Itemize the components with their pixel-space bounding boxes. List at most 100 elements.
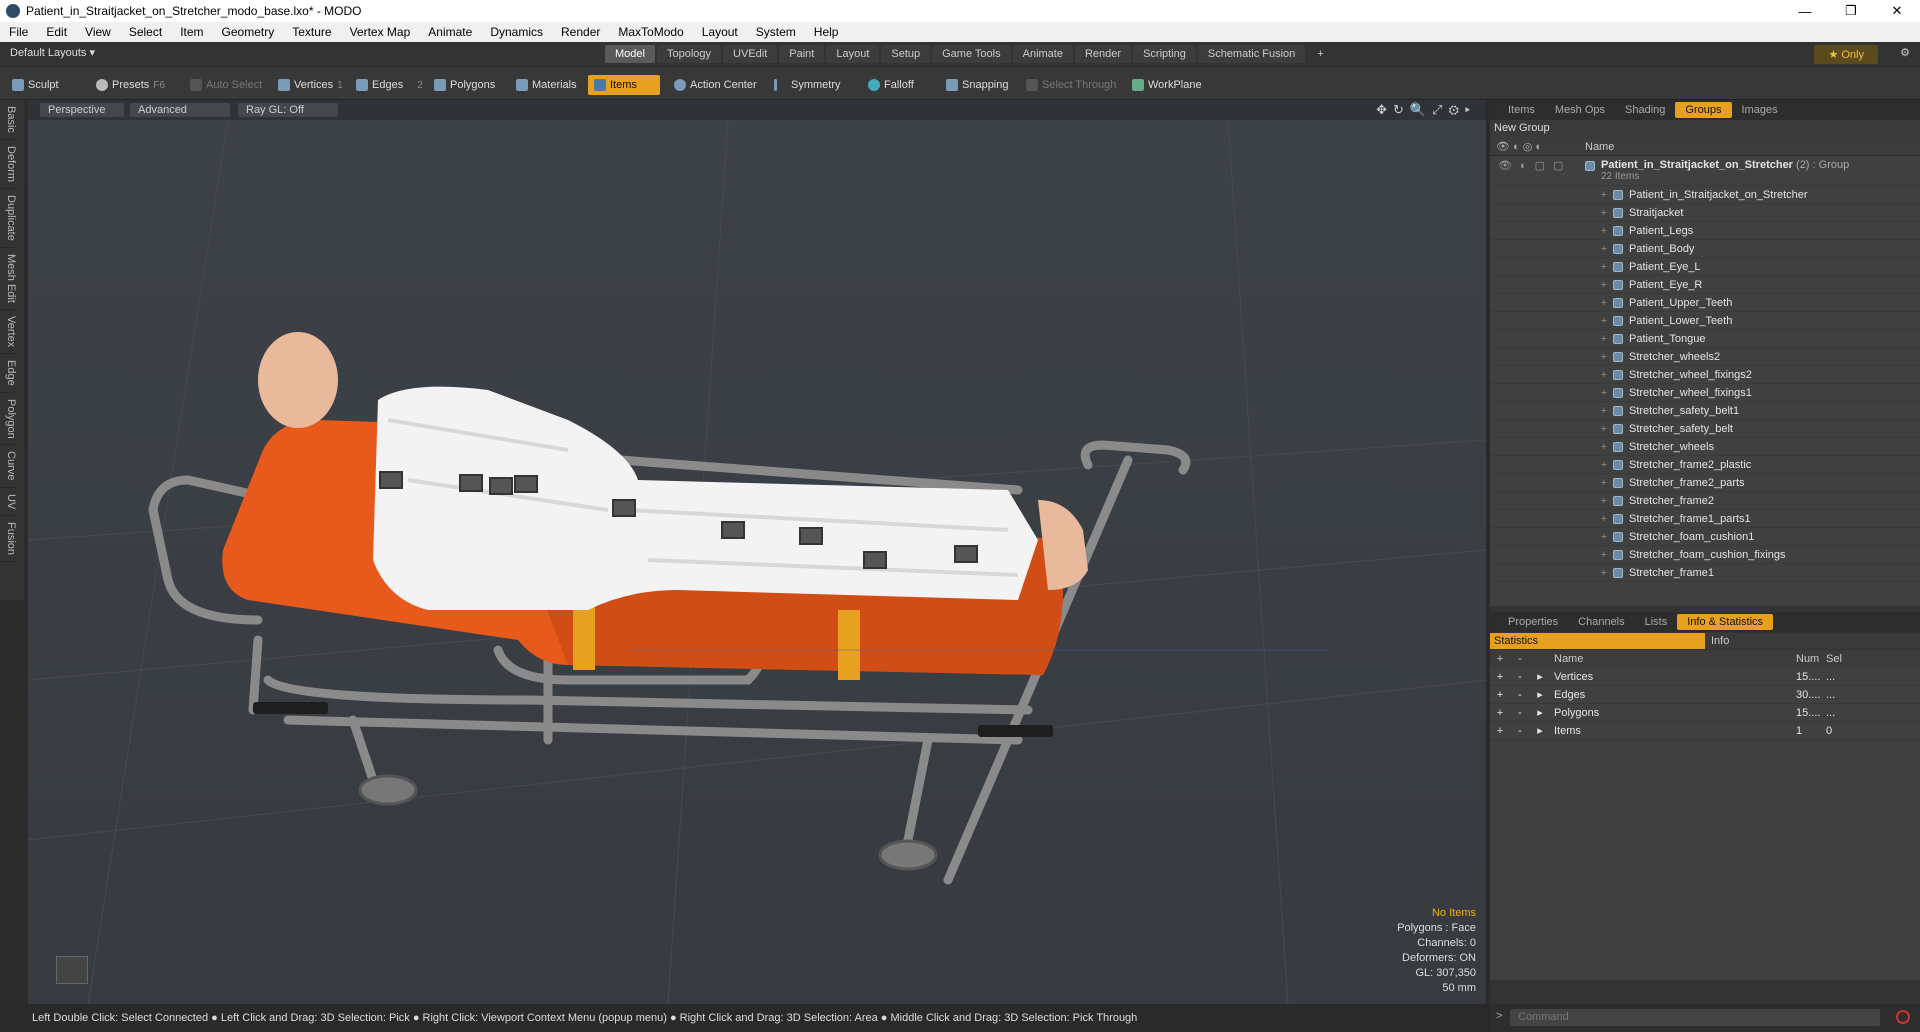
scene-render[interactable] — [28, 120, 1486, 1004]
tab-edge[interactable]: Edge — [0, 354, 17, 393]
tree-item[interactable]: + Patient_Body — [1490, 240, 1920, 258]
statistics-tab[interactable]: Statistics — [1490, 633, 1705, 649]
menu-system[interactable]: System — [747, 25, 805, 39]
tree-item[interactable]: + Stretcher_foam_cushion1 — [1490, 528, 1920, 546]
expand-icon[interactable]: + — [1585, 225, 1613, 237]
stats-row-polygons[interactable]: + - ▸ Polygons 15.... ... — [1490, 704, 1920, 722]
tree-item[interactable]: + Stretcher_frame2_parts — [1490, 474, 1920, 492]
command-input[interactable] — [1510, 1009, 1880, 1026]
stats-name-header[interactable]: Name — [1550, 653, 1796, 665]
3d-viewport[interactable]: Perspective Advanced Ray GL: Off ✥↻🔍⤢⚙▸ — [28, 100, 1486, 1004]
viewport-nav-icons[interactable]: ✥↻🔍⤢⚙▸ — [1376, 102, 1476, 118]
tree-item[interactable]: + Straitjacket — [1490, 204, 1920, 222]
menu-file[interactable]: File — [0, 25, 37, 39]
expand-icon[interactable]: + — [1585, 423, 1613, 435]
tab-duplicate[interactable]: Duplicate — [0, 189, 17, 248]
expand-arrow-icon[interactable]: ▸ — [1530, 706, 1550, 719]
tab-render[interactable]: Render — [1074, 45, 1132, 63]
tab-deform[interactable]: Deform — [0, 140, 17, 189]
expand-icon[interactable]: + — [1585, 297, 1613, 309]
close-button[interactable]: ✕ — [1874, 0, 1920, 22]
tree-item[interactable]: + Stretcher_frame2 — [1490, 492, 1920, 510]
snapping-button[interactable]: Snapping — [940, 75, 1015, 95]
expand-icon[interactable]: + — [1585, 441, 1613, 453]
tab-channels[interactable]: Channels — [1568, 614, 1634, 630]
stats-row-edges[interactable]: + - ▸ Edges 30.... ... — [1490, 686, 1920, 704]
tree-item[interactable]: + Patient_Tongue — [1490, 330, 1920, 348]
menu-texture[interactable]: Texture — [283, 25, 340, 39]
stats-row-items[interactable]: + - ▸ Items 1 0 — [1490, 722, 1920, 740]
materials-button[interactable]: Materials — [510, 75, 583, 95]
tab-vertex[interactable]: Vertex — [0, 310, 17, 354]
expand-icon[interactable]: + — [1585, 369, 1613, 381]
expand-icon[interactable]: + — [1585, 189, 1613, 201]
minimize-button[interactable]: — — [1782, 0, 1828, 22]
collapse-all-icon[interactable]: - — [1510, 653, 1530, 665]
tab-animate[interactable]: Animate — [1012, 45, 1073, 63]
menu-animate[interactable]: Animate — [419, 25, 481, 39]
default-layouts-dropdown[interactable]: Default Layouts ▾ — [10, 46, 95, 59]
tab-game-tools[interactable]: Game Tools — [932, 45, 1011, 63]
expand-icon[interactable]: + — [1585, 243, 1613, 255]
tree-item[interactable]: + Stretcher_wheels — [1490, 438, 1920, 456]
tree-item[interactable]: + Patient_Lower_Teeth — [1490, 312, 1920, 330]
stats-sel-header[interactable]: Sel — [1826, 653, 1856, 665]
group-visibility-toggles[interactable]: 👁◐▢▢ — [1490, 159, 1585, 172]
add-tab-button[interactable]: + — [1307, 45, 1333, 63]
tab-uv[interactable]: UV — [0, 488, 17, 517]
menu-edit[interactable]: Edit — [37, 25, 76, 39]
expand-arrow-icon[interactable]: ▸ — [1530, 688, 1550, 701]
expand-icon[interactable]: + — [1585, 549, 1613, 561]
tab-shading[interactable]: Shading — [1615, 102, 1675, 118]
tree-item[interactable]: + Patient_Legs — [1490, 222, 1920, 240]
menu-render[interactable]: Render — [552, 25, 609, 39]
items-button[interactable]: Items — [588, 75, 660, 95]
tab-schematic-fusion[interactable]: Schematic Fusion — [1197, 45, 1306, 63]
tab-uvedit[interactable]: UVEdit — [723, 45, 778, 63]
tree-item[interactable]: + Stretcher_frame2_plastic — [1490, 456, 1920, 474]
tab-layout[interactable]: Layout — [826, 45, 880, 63]
tab-polygon[interactable]: Polygon — [0, 393, 17, 446]
expand-icon[interactable]: + — [1585, 495, 1613, 507]
perspective-dropdown[interactable]: Perspective — [40, 103, 124, 117]
tree-item[interactable]: + Stretcher_wheels2 — [1490, 348, 1920, 366]
tree-item[interactable]: + Stretcher_frame1_parts1 — [1490, 510, 1920, 528]
presets-button[interactable]: Presets F6 — [90, 75, 171, 95]
expand-icon[interactable]: + — [1585, 459, 1613, 471]
menu-help[interactable]: Help — [805, 25, 848, 39]
raygl-dropdown[interactable]: Ray GL: Off — [238, 103, 338, 117]
expand-arrow-icon[interactable]: ▸ — [1530, 670, 1550, 683]
edges-button[interactable]: Edges 2 — [350, 75, 429, 95]
stats-num-header[interactable]: Num — [1796, 653, 1826, 665]
tab-lists[interactable]: Lists — [1635, 614, 1678, 630]
advanced-dropdown[interactable]: Advanced — [130, 103, 230, 117]
polygons-button[interactable]: Polygons — [428, 75, 501, 95]
tree-item[interactable]: + Patient_in_Straitjacket_on_Stretcher — [1490, 186, 1920, 204]
tab-mesh-ops[interactable]: Mesh Ops — [1545, 102, 1615, 118]
record-icon[interactable] — [1896, 1010, 1910, 1024]
tree-item[interactable]: + Stretcher_wheel_fixings2 — [1490, 366, 1920, 384]
menu-geometry[interactable]: Geometry — [213, 25, 284, 39]
tab-curve[interactable]: Curve — [0, 445, 17, 488]
tab-model[interactable]: Model — [605, 45, 655, 63]
tab-setup[interactable]: Setup — [881, 45, 931, 63]
tab-mesh-edit[interactable]: Mesh Edit — [0, 248, 17, 310]
stats-row-vertices[interactable]: + - ▸ Vertices 15.... ... — [1490, 668, 1920, 686]
gear-icon[interactable]: ⚙ — [1900, 46, 1910, 59]
expand-icon[interactable]: + — [1585, 279, 1613, 291]
expand-icon[interactable]: + — [1585, 513, 1613, 525]
menu-vertex-map[interactable]: Vertex Map — [341, 25, 420, 39]
tab-images[interactable]: Images — [1732, 102, 1788, 118]
menu-layout[interactable]: Layout — [693, 25, 747, 39]
expand-icon[interactable]: + — [1585, 567, 1613, 579]
tree-item[interactable]: + Stretcher_foam_cushion_fixings — [1490, 546, 1920, 564]
expand-icon[interactable]: + — [1585, 207, 1613, 219]
expand-icon[interactable]: + — [1585, 315, 1613, 327]
tree-item[interactable]: + Stretcher_safety_belt1 — [1490, 402, 1920, 420]
tab-basic[interactable]: Basic — [0, 100, 17, 140]
group-row[interactable]: 👁◐▢▢ Patient_in_Straitjacket_on_Stretche… — [1490, 156, 1920, 186]
expand-icon[interactable]: + — [1585, 531, 1613, 543]
tab-info-statistics[interactable]: Info & Statistics — [1677, 614, 1774, 630]
expand-all-icon[interactable]: + — [1490, 653, 1510, 665]
tab-topology[interactable]: Topology — [656, 45, 722, 63]
